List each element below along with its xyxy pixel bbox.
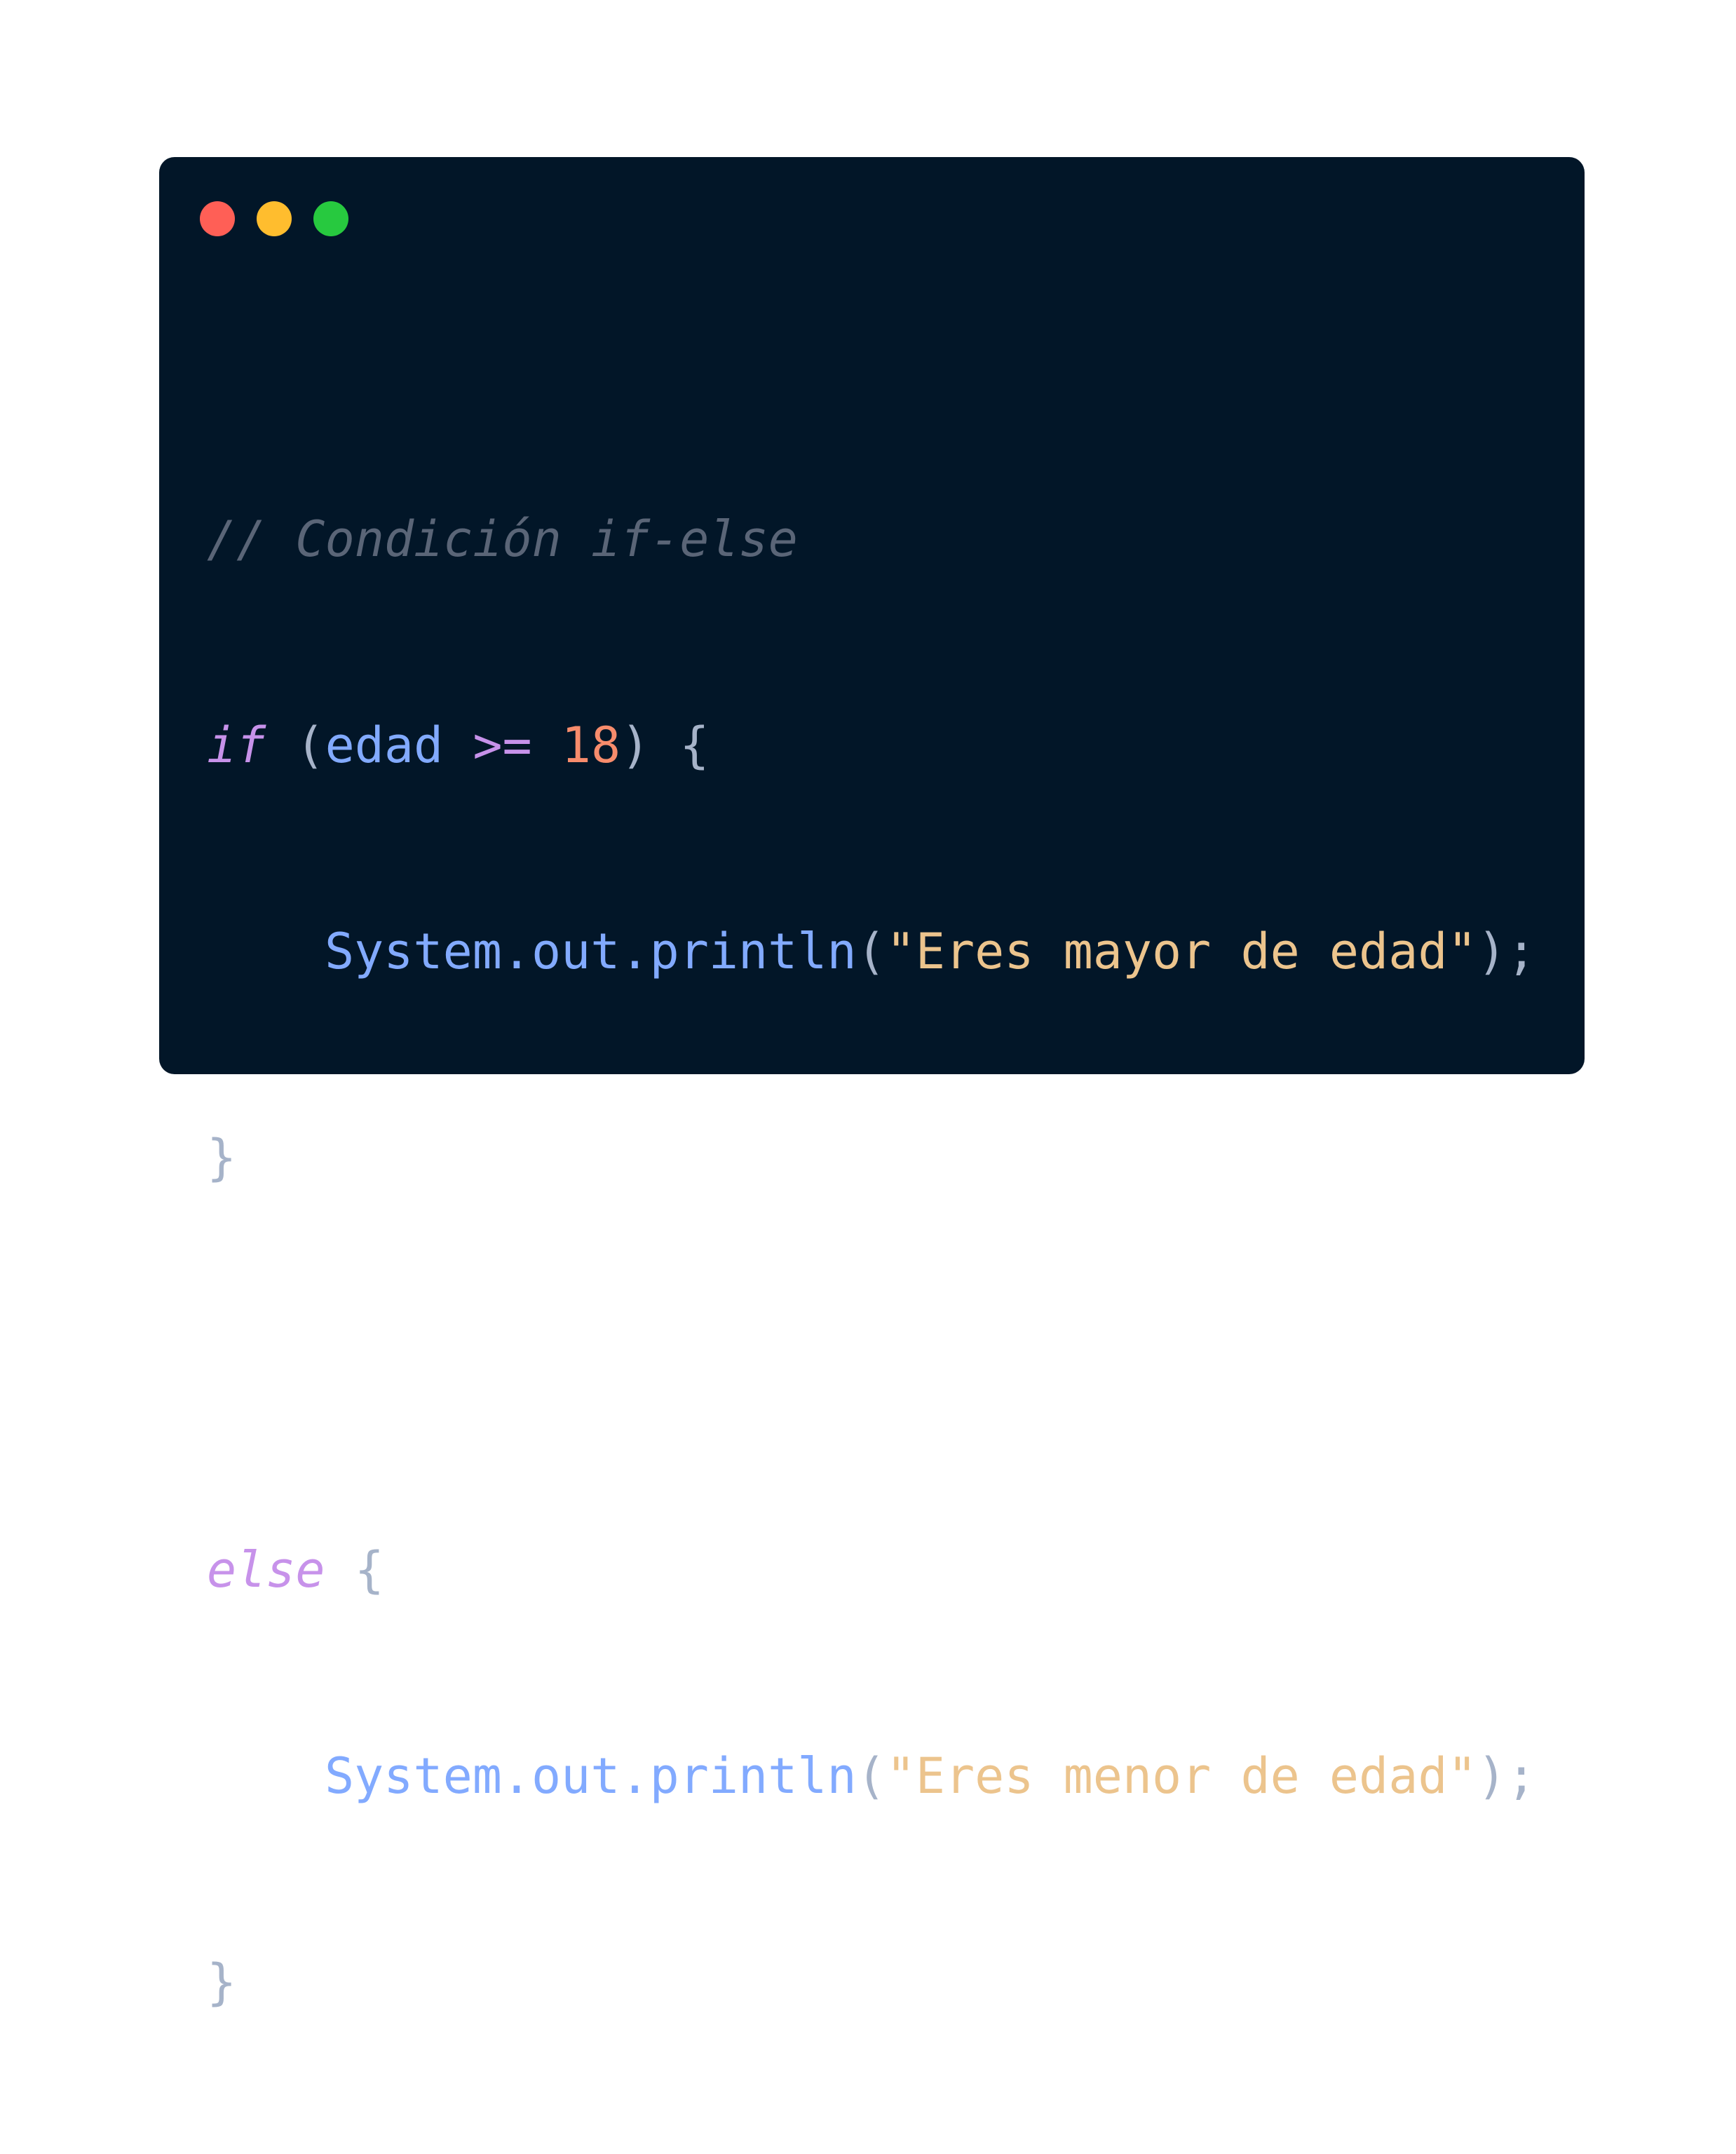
code-window: // Condición if-else if (edad >= 18) { S… — [159, 157, 1585, 2011]
close-paren-brace: ) { — [621, 717, 710, 774]
window-controls — [200, 201, 348, 236]
open-paren: ( — [295, 717, 325, 774]
println-close: ); — [1477, 923, 1536, 980]
operator-gte: >= — [473, 717, 532, 774]
code-line-close-else: } — [207, 1948, 1536, 2017]
close-window-button[interactable] — [200, 201, 235, 236]
close-brace: } — [207, 1953, 237, 2011]
else-keyword: else — [207, 1541, 325, 1599]
code-block: // Condición if-else if (edad >= 18) { S… — [207, 367, 1536, 2154]
code-line-else: else { — [207, 1536, 1536, 1604]
println-open: ( — [856, 923, 886, 980]
string-menor: "Eres menor de edad" — [886, 1747, 1477, 1805]
variable-edad: edad — [325, 717, 444, 774]
println-call: System.out.println — [325, 1747, 857, 1805]
code-line-comment: // Condición if-else — [207, 505, 1536, 574]
else-brace: { — [354, 1541, 384, 1599]
string-mayor: "Eres mayor de edad" — [886, 923, 1477, 980]
maximize-window-button[interactable] — [313, 201, 348, 236]
code-line-if: if (edad >= 18) { — [207, 711, 1536, 780]
code-line-println-menor: System.out.println("Eres menor de edad")… — [207, 1742, 1536, 1810]
code-comment: // Condición if-else — [207, 510, 798, 568]
minimize-window-button[interactable] — [257, 201, 292, 236]
code-line-close-if: } — [207, 1123, 1536, 1192]
println-call: System.out.println — [325, 923, 857, 980]
if-keyword: if — [207, 717, 266, 774]
number-literal: 18 — [561, 717, 621, 774]
println-close: ); — [1477, 1747, 1536, 1805]
close-brace: } — [207, 1129, 237, 1186]
code-line-println-mayor: System.out.println("Eres mayor de edad")… — [207, 917, 1536, 986]
println-open: ( — [856, 1747, 886, 1805]
